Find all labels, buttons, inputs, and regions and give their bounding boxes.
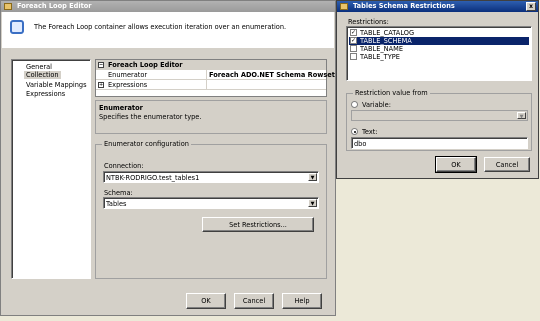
grid-row-enumerator-value: Foreach ADO.NET Schema Rowset En — [209, 71, 347, 79]
restrictions-list: ✓ TABLE_CATALOG ✓ TABLE_SCHEMA TABLE_NAM… — [346, 26, 532, 81]
checkbox-checked-icon[interactable]: ✓ — [350, 37, 357, 44]
schema-combo[interactable]: Tables ▼ — [103, 197, 319, 209]
restriction-value-group: Restriction value from Variable: ▼ Text:… — [346, 89, 532, 151]
info-title: Enumerator — [99, 104, 143, 112]
restriction-item-label: TABLE_TYPE — [360, 53, 400, 61]
restriction-item[interactable]: ✓ TABLE_SCHEMA — [349, 37, 529, 45]
grid-row-expressions[interactable]: + Expressions — [96, 80, 326, 90]
restriction-item-label: TABLE_SCHEMA — [360, 37, 412, 45]
restrictions-titlebar[interactable]: Tables Schema Restrictions x — [337, 1, 538, 12]
grid-category[interactable]: − Foreach Loop Editor — [96, 60, 326, 70]
set-restrictions-button[interactable]: Set Restrictions... — [202, 217, 314, 232]
restriction-item[interactable]: TABLE_TYPE — [349, 53, 529, 61]
variable-label: Variable: — [362, 101, 391, 109]
variable-combo[interactable]: ▼ — [351, 110, 528, 121]
enumerator-config-label: Enumerator configuration — [102, 140, 191, 148]
help-button[interactable]: Help — [282, 293, 322, 309]
nav-item-collection[interactable]: Collection — [24, 71, 61, 79]
restrictions-label: Restrictions: — [348, 18, 389, 26]
nav-item-variable-mappings[interactable]: Variable Mappings — [26, 81, 87, 89]
expand-icon[interactable]: + — [98, 82, 104, 88]
info-panel: Enumerator Specifies the enumerator type… — [95, 100, 327, 134]
text-radio[interactable] — [351, 128, 358, 135]
connection-label: Connection: — [104, 162, 144, 170]
property-grid: − Foreach Loop Editor Enumerator Foreach… — [95, 59, 346, 97]
loop-icon — [10, 20, 24, 34]
restrictions-dialog: Tables Schema Restrictions x Restriction… — [336, 0, 539, 179]
checkbox-checked-icon[interactable]: ✓ — [350, 29, 357, 36]
ok-button[interactable]: OK — [186, 293, 226, 309]
schema-label: Schema: — [104, 189, 133, 197]
restriction-item[interactable]: TABLE_NAME — [349, 45, 529, 53]
checkbox-icon[interactable] — [350, 53, 357, 60]
chevron-down-icon[interactable]: ▼ — [517, 112, 526, 120]
info-text: Specifies the enumerator type. — [99, 113, 202, 121]
nav-item-expressions[interactable]: Expressions — [26, 90, 65, 98]
app-icon — [4, 3, 12, 10]
grid-row-enumerator-name: Enumerator — [108, 71, 148, 79]
variable-radio[interactable] — [351, 101, 358, 108]
restrictions-ok-button[interactable]: OK — [435, 156, 477, 173]
connection-combo[interactable]: NTBK-RODRIGO.test_tables1 ▼ — [103, 171, 319, 183]
nav-item-collection-label: Collection — [26, 71, 59, 79]
grid-row-expressions-name: Expressions — [108, 81, 148, 89]
chevron-down-icon[interactable]: ▼ — [308, 199, 317, 207]
schema-value: Tables — [106, 200, 127, 208]
enumerator-config-group: Enumerator configuration Connection: NTB… — [95, 140, 327, 279]
restriction-item[interactable]: ✓ TABLE_CATALOG — [349, 29, 529, 37]
collapse-icon[interactable]: − — [98, 62, 104, 68]
chevron-down-icon[interactable]: ▼ — [308, 173, 317, 181]
restrictions-cancel-button[interactable]: Cancel — [484, 157, 530, 172]
restrictions-title: Tables Schema Restrictions — [353, 2, 455, 10]
grid-row-enumerator[interactable]: Enumerator Foreach ADO.NET Schema Rowset… — [96, 70, 346, 80]
connection-value: NTBK-RODRIGO.test_tables1 — [106, 174, 200, 182]
header-description: The Foreach Loop container allows execut… — [34, 23, 287, 31]
header-panel: The Foreach Loop container allows execut… — [2, 12, 334, 48]
cancel-button[interactable]: Cancel — [234, 293, 274, 309]
checkbox-icon[interactable] — [350, 45, 357, 52]
grid-category-label: Foreach Loop Editor — [108, 61, 183, 69]
editor-title: Foreach Loop Editor — [17, 2, 92, 10]
restriction-value-label: Restriction value from — [353, 89, 430, 97]
close-icon[interactable]: x — [526, 2, 536, 11]
restriction-item-label: TABLE_CATALOG — [360, 29, 415, 37]
nav-list: General Collection Variable Mappings Exp… — [11, 59, 91, 279]
nav-item-general[interactable]: General — [26, 63, 52, 71]
text-input-value: dbo — [354, 140, 367, 148]
text-label: Text: — [362, 128, 378, 136]
dialog-icon — [340, 3, 348, 10]
editor-titlebar[interactable]: Foreach Loop Editor — [1, 1, 335, 12]
text-input[interactable]: dbo — [351, 137, 528, 149]
foreach-loop-editor-window: Foreach Loop Editor The Foreach Loop con… — [0, 0, 346, 316]
restriction-item-label: TABLE_NAME — [360, 45, 403, 53]
